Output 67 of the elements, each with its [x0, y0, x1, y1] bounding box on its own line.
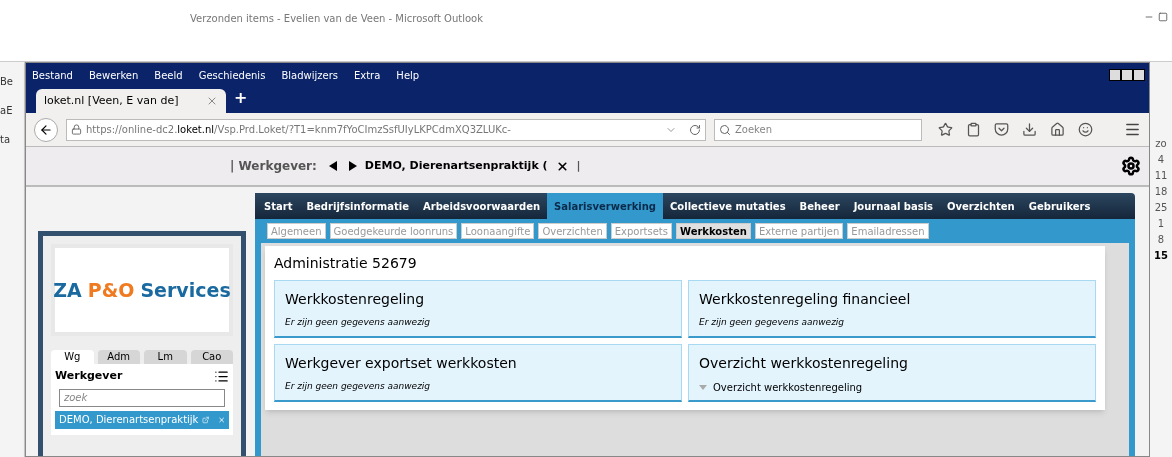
lock-icon: [71, 124, 82, 135]
nav-tab[interactable]: Beheer: [792, 193, 847, 219]
nav-tab[interactable]: Collectieve mutaties: [663, 193, 793, 219]
previous-icon[interactable]: [328, 161, 337, 171]
browser-tab[interactable]: loket.nl [Veen, E van de]: [36, 89, 226, 113]
employer-name: DEMO, Dierenartsenpraktijk (: [364, 157, 548, 174]
sidebar-tab[interactable]: Wg: [51, 350, 94, 364]
menu-item[interactable]: Help: [396, 67, 420, 83]
logo: ZA P&O Services: [51, 244, 233, 336]
sidebar-tab[interactable]: Adm: [97, 350, 140, 364]
calendar-day[interactable]: 4: [1157, 152, 1165, 167]
subtab[interactable]: Werkkosten: [675, 223, 751, 239]
address-field[interactable]: https://online-dc2.loket.nl/Vsp.Prd.Loket/?T1=knm7fYoCImzSsfUIyLKPCdmXQ3ZLUKc-: [66, 118, 706, 141]
nav-tab[interactable]: Gebruikers: [1021, 193, 1098, 219]
menu-item[interactable]: Bestand: [32, 67, 73, 83]
panel-title: Werkgever exportset werkkosten: [285, 354, 518, 373]
panel-title: Overzicht werkkostenregeling: [699, 354, 909, 373]
report-link[interactable]: Overzicht werkkostenregeling: [713, 380, 863, 395]
empty-message: Er zijn geen gegevens aanwezig: [699, 316, 846, 329]
employer-label: | Werkgever:: [230, 158, 317, 175]
menu-icon[interactable]: [1124, 121, 1141, 138]
nav-tab[interactable]: Journaal basis: [846, 193, 941, 219]
page-title: Administratie 52679: [274, 254, 418, 273]
calendar-day[interactable]: 18: [1154, 184, 1168, 199]
nav-tab[interactable]: Overzichten: [940, 193, 1022, 219]
window-controls-icon[interactable]: [1109, 69, 1145, 81]
search-icon: [719, 123, 731, 136]
panel-title: Werkkostenregeling: [285, 290, 426, 309]
menu-item[interactable]: Bladwijzers: [281, 67, 338, 83]
ribbon-label: Be: [0, 75, 14, 89]
close-icon[interactable]: [555, 159, 569, 173]
sidebar-tab[interactable]: Cao: [190, 350, 233, 364]
next-icon[interactable]: [348, 161, 357, 171]
calendar-day[interactable]: 11: [1154, 168, 1168, 183]
calendar-day[interactable]: zo: [1155, 136, 1167, 151]
menu-item[interactable]: Bewerken: [88, 67, 139, 83]
search-field[interactable]: Zoeken: [714, 118, 922, 141]
menu-item[interactable]: Extra: [353, 67, 381, 83]
menu-item[interactable]: Geschiedenis: [198, 67, 266, 83]
empty-message: Er zijn geen gegevens aanwezig: [285, 380, 432, 393]
nav-tab[interactable]: Start: [257, 193, 300, 219]
ribbon-label: ta: [0, 133, 12, 147]
new-tab-button[interactable]: +: [234, 86, 248, 110]
sidebar-tab[interactable]: Lm: [144, 350, 187, 364]
calendar-day[interactable]: 25: [1154, 200, 1168, 215]
nav-tab[interactable]: Bedrijfsinformatie: [299, 193, 416, 219]
calendar-day[interactable]: 15: [1154, 248, 1168, 263]
search-field[interactable]: zoek: [59, 388, 225, 407]
menu-item[interactable]: Beeld: [154, 67, 183, 83]
download-icon[interactable]: [1022, 122, 1037, 137]
nav-tab[interactable]: Salarisverwerking: [547, 193, 664, 219]
list-icon[interactable]: [214, 368, 229, 384]
calendar-day[interactable]: 8: [1157, 232, 1165, 247]
ribbon-label: aE: [0, 104, 14, 118]
reload-icon[interactable]: [689, 123, 701, 136]
star-icon[interactable]: [938, 122, 953, 137]
empty-message: Er zijn geen gegevens aanwezig: [285, 316, 432, 329]
window-title: Verzonden items - Evelien van de Veen - Microsoft Outlook: [190, 12, 483, 26]
nav-tab[interactable]: Arbeidsvoorwaarden: [415, 193, 548, 219]
separator-text: |: [576, 157, 581, 174]
section-title: Werkgever: [55, 368, 123, 384]
home-icon[interactable]: [1050, 122, 1065, 137]
back-button[interactable]: [34, 117, 58, 142]
panel-title: Werkkostenregeling financieel: [699, 290, 912, 309]
clipboard-icon[interactable]: [966, 122, 981, 137]
settings-icon[interactable]: [1121, 156, 1141, 176]
calendar-day[interactable]: 1: [1157, 216, 1165, 231]
